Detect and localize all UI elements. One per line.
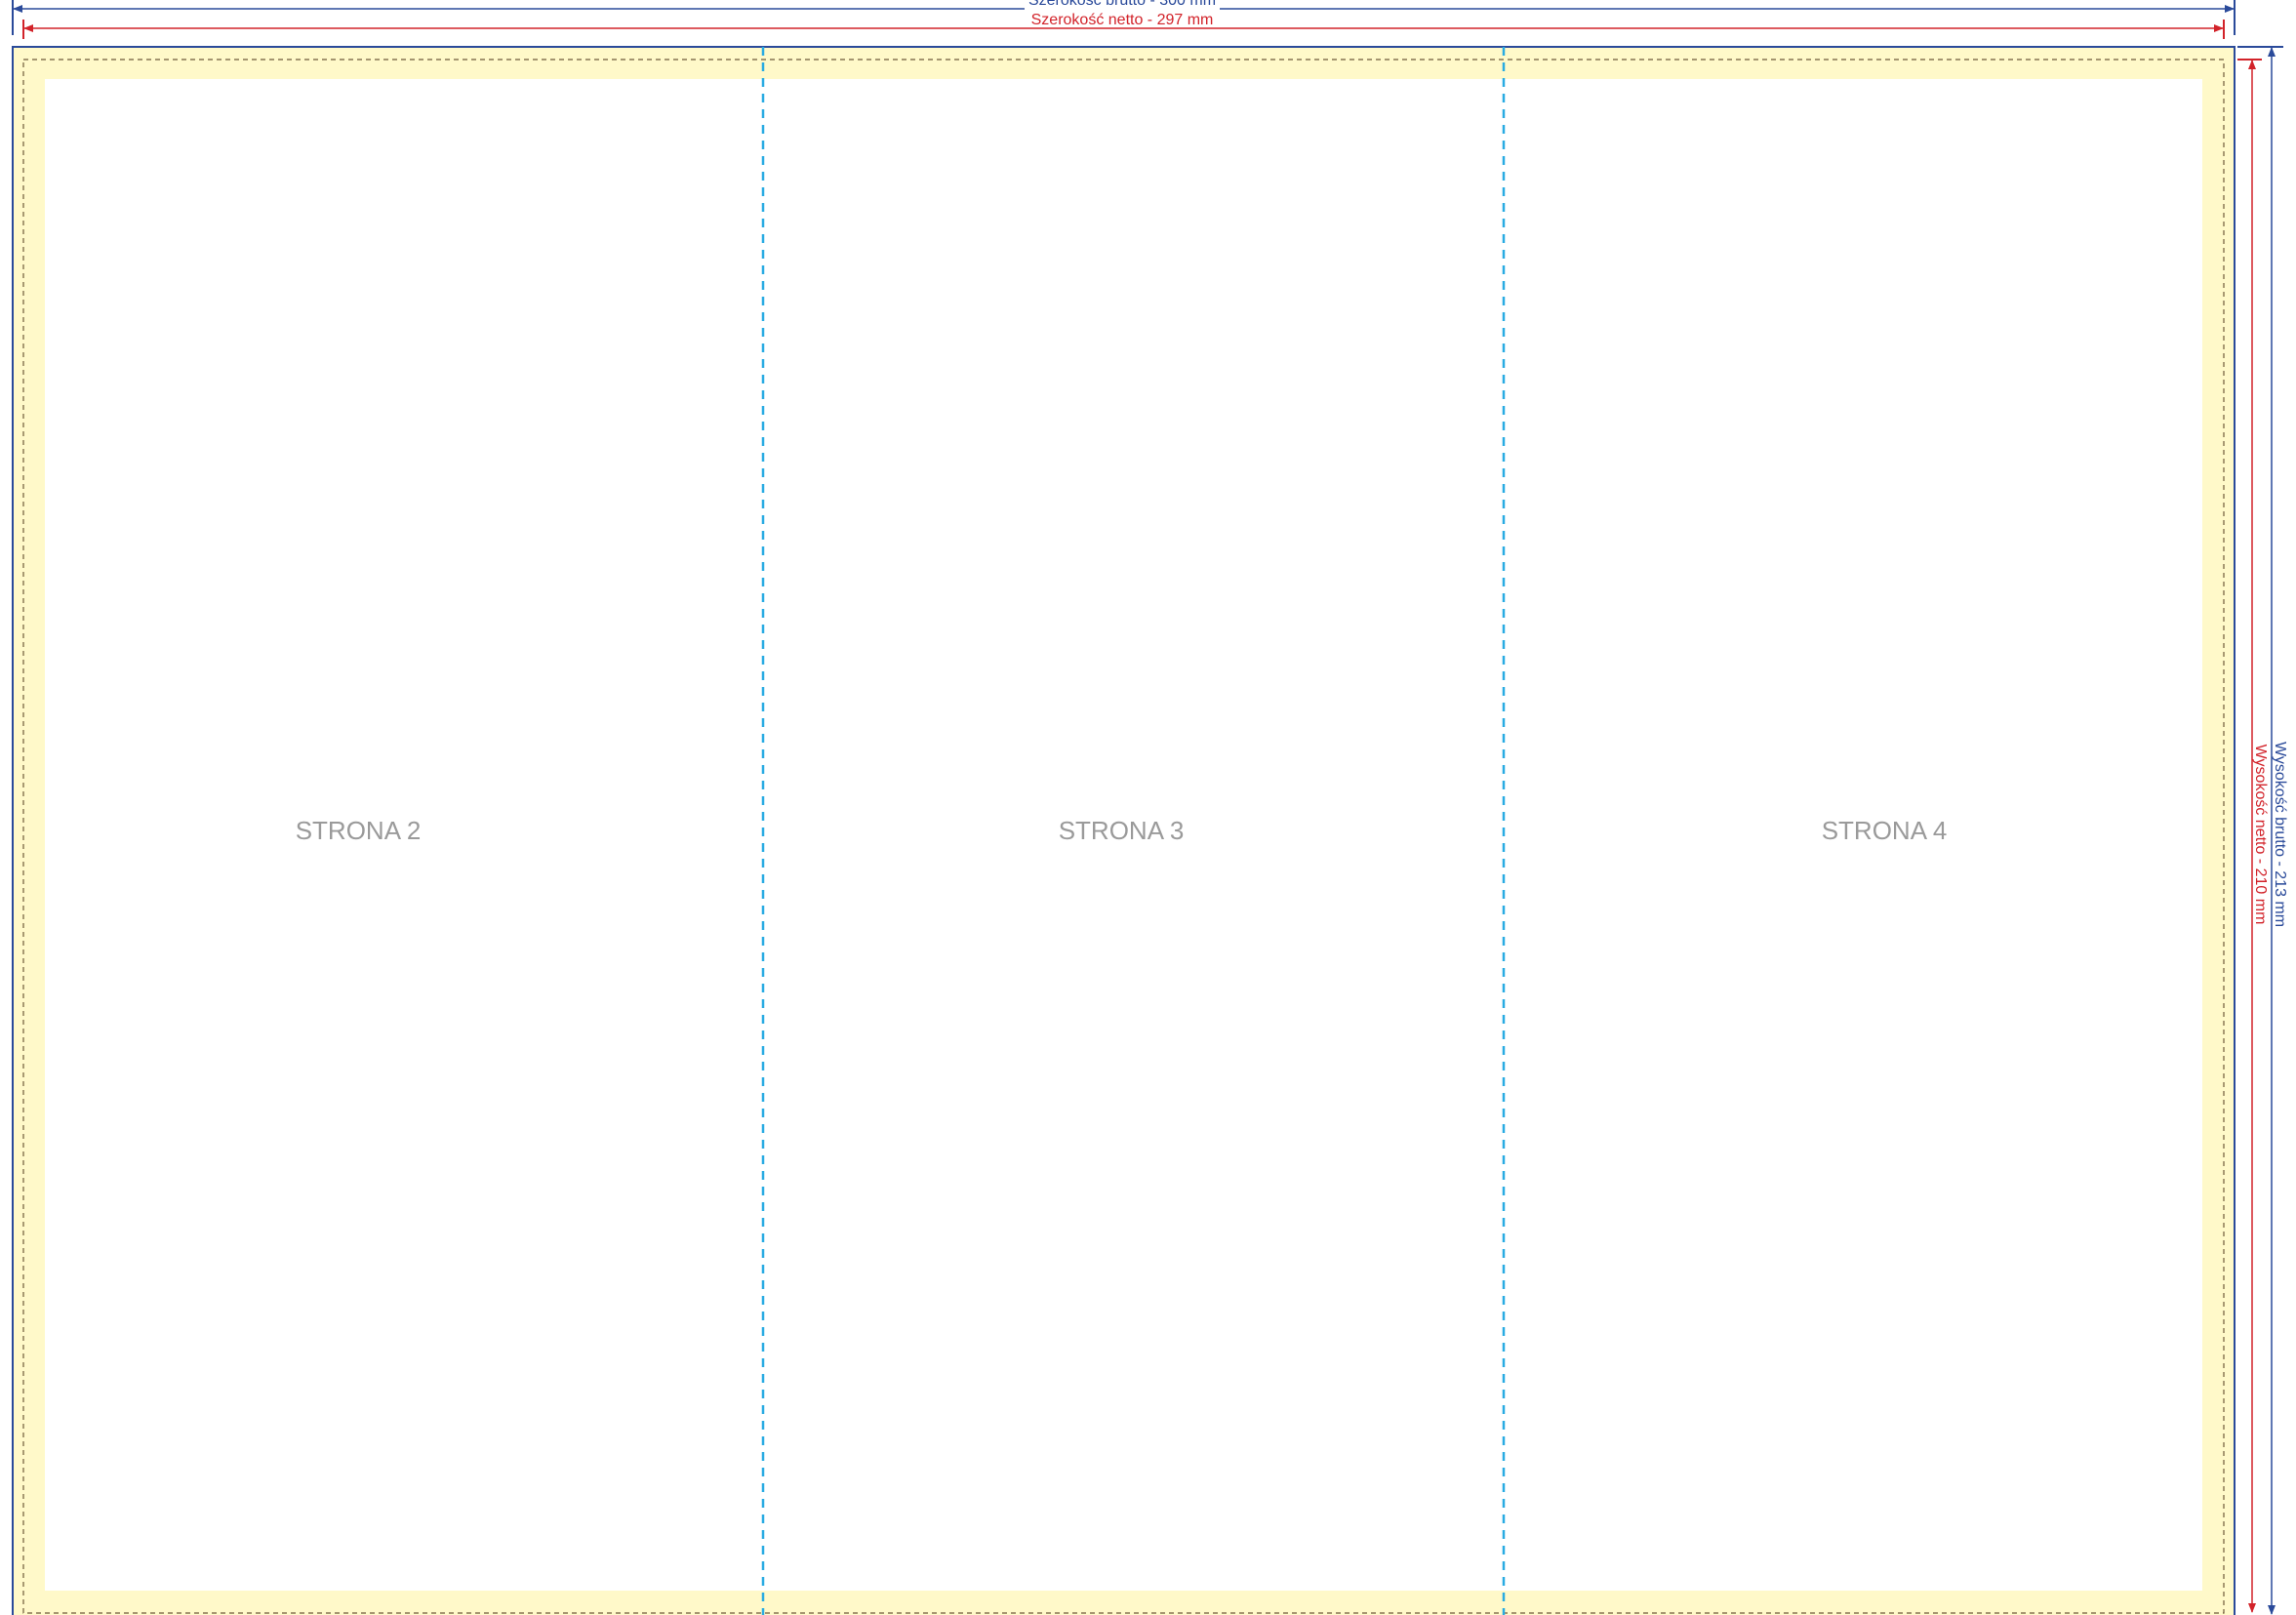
gross-height-label: Wysokość brutto - 213 mm: [2272, 742, 2288, 927]
gross-width-label: Szerokość brutto - 300 mm: [1028, 0, 1216, 9]
net-width-dimension: Szerokość netto - 297 mm: [22, 12, 2225, 39]
net-height-label: Wysokość netto - 210 mm: [2252, 745, 2269, 925]
panel-label-strona-2: STRONA 2: [296, 816, 422, 845]
net-width-label: Szerokość netto - 297 mm: [1031, 12, 1214, 28]
panel-label-strona-3: STRONA 3: [1059, 816, 1185, 845]
fold-template: STRONA 2 STRONA 3 STRONA 4 Szerokość bru…: [12, 0, 2288, 1615]
panel-label-strona-4: STRONA 4: [1822, 816, 1948, 845]
net-height-dimension: Wysokość netto - 210 mm: [2237, 59, 2269, 1613]
